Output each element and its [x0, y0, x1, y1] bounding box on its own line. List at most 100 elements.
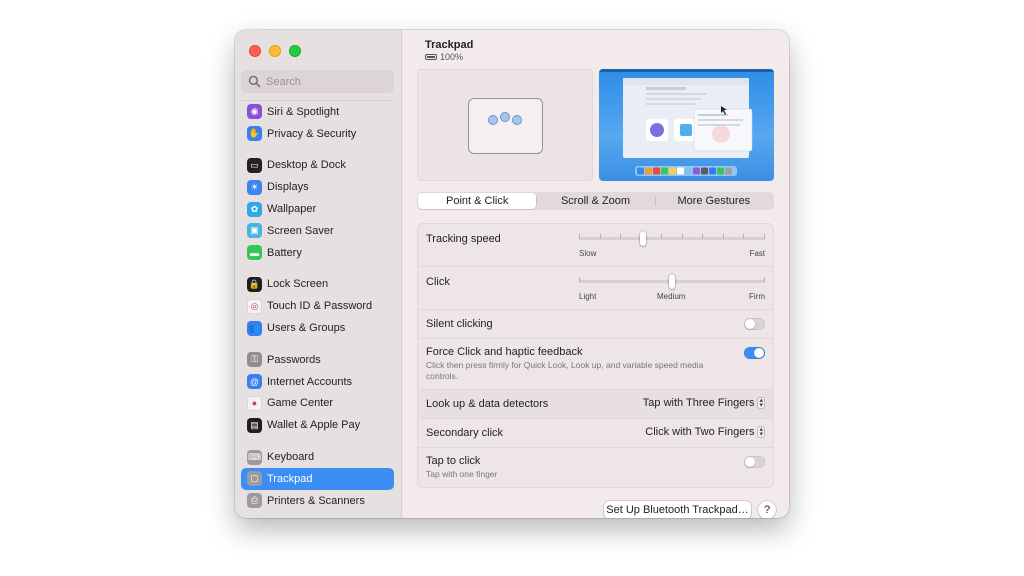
at-icon: @	[247, 374, 262, 390]
secondary-click-popup[interactable]: Click with Two Fingers ▴ ▾	[645, 426, 765, 438]
sidebar-item-label: Screen Saver	[267, 224, 334, 237]
slider-tick	[600, 234, 601, 239]
sidebar-list: ◉ Siri & Spotlight ✋ Privacy & Security ▭ Des…	[241, 100, 394, 518]
toggle-thumb	[745, 457, 755, 467]
setup-bluetooth-trackpad-button[interactable]: Set Up Bluetooth Trackpad…	[604, 501, 751, 518]
look-up-popup[interactable]: Tap with Three Fingers ▴ ▾	[643, 397, 765, 409]
sidebar-item-keyboard[interactable]: ⌨ Keyboard	[241, 446, 394, 468]
screen-preview	[599, 69, 774, 181]
sidebar-item-siri-spotlight[interactable]: ◉ Siri & Spotlight	[241, 101, 394, 123]
sun-icon: ☀	[247, 179, 262, 195]
sidebar-item-users-groups[interactable]: 👥 Users & Groups	[241, 317, 394, 339]
sidebar-item-label: Internet Accounts	[267, 375, 352, 388]
sidebar-item-lock-screen[interactable]: 🔒 Lock Screen	[241, 274, 394, 296]
sidebar-item-game-center[interactable]: ● Game Center	[241, 393, 394, 415]
slider-tick	[764, 277, 765, 282]
keyboard-icon: ⌨	[247, 449, 262, 465]
tap-to-click-toggle[interactable]	[744, 456, 765, 468]
sidebar-item-label: Siri & Spotlight	[267, 105, 340, 118]
slider-knob[interactable]	[640, 231, 646, 246]
slider-tick	[579, 234, 580, 239]
tap-to-click-row: Tap to click Tap with one finger	[418, 448, 773, 487]
secondary-click-value: Click with Two Fingers	[645, 426, 755, 438]
slider-firm-label: Firm	[749, 292, 765, 301]
tab-more-gestures[interactable]: More Gestures	[654, 193, 773, 209]
settings-panel: Tracking speed Slow Fast Click Light Med…	[417, 223, 774, 488]
screensaver-icon: ▣	[247, 223, 262, 239]
slider-track	[579, 237, 765, 240]
window-controls	[249, 45, 301, 57]
slider-medium-label: Medium	[657, 292, 686, 301]
sidebar-item-label: Keyboard	[267, 451, 315, 464]
sidebar-item-privacy-security[interactable]: ✋ Privacy & Security	[241, 123, 394, 145]
sidebar-item-displays[interactable]: ☀ Displays	[241, 176, 394, 198]
battery-level-icon	[425, 54, 437, 60]
dock-icon: ▭	[247, 157, 262, 173]
wallet-icon: ▤	[247, 417, 262, 433]
secondary-click-row: Secondary click Click with Two Fingers ▴…	[418, 419, 773, 448]
sidebar-item-passwords[interactable]: ⚿ Passwords	[241, 349, 394, 371]
search-icon	[248, 75, 261, 88]
trackpad-icon: ▢	[247, 471, 262, 487]
hand-icon: ✋	[247, 126, 262, 142]
sidebar-item-desktop-dock[interactable]: ▭ Desktop & Dock	[241, 155, 394, 177]
game-center-icon: ●	[247, 395, 262, 411]
finger-dot-icon	[500, 112, 510, 122]
tracking-speed-label: Tracking speed	[426, 233, 501, 245]
search-field[interactable]	[241, 70, 394, 93]
close-button[interactable]	[249, 45, 261, 57]
silent-clicking-toggle[interactable]	[744, 318, 765, 330]
tracking-speed-row: Tracking speed Slow Fast	[418, 224, 773, 267]
tab-bar: Point & Click Scroll & Zoom More Gesture…	[417, 192, 774, 210]
sidebar-item-wallet-apple-pay[interactable]: ▤ Wallet & Apple Pay	[241, 414, 394, 436]
sidebar-item-printers-scanners[interactable]: ⎙ Printers & Scanners	[241, 490, 394, 512]
click-pressure-slider[interactable]	[579, 274, 765, 289]
help-button[interactable]: ?	[758, 501, 776, 518]
secondary-click-label: Secondary click	[426, 427, 504, 439]
battery-percent: 100%	[440, 52, 464, 62]
search-input[interactable]	[266, 75, 391, 88]
chevron-updown-icon: ▴ ▾	[757, 426, 765, 438]
sidebar-item-internet-accounts[interactable]: @ Internet Accounts	[241, 371, 394, 393]
slider-tick	[579, 277, 580, 282]
slider-tick	[702, 234, 703, 239]
fingerprint-icon: ◎	[247, 298, 262, 314]
sidebar-item-touch-id-password[interactable]: ◎ Touch ID & Password	[241, 295, 394, 317]
sidebar-item-label: Trackpad	[267, 472, 313, 485]
tracking-speed-slider[interactable]	[579, 231, 765, 246]
main-pane: Trackpad 100% Point & Click Scroll & Zoo…	[403, 30, 789, 518]
battery-icon: ▬	[247, 245, 262, 261]
finger-dot-icon	[488, 115, 498, 125]
click-row: Click Light Medium Firm	[418, 267, 773, 310]
slider-knob[interactable]	[669, 274, 675, 289]
slider-light-label: Light	[579, 292, 597, 301]
settings-window: ◉ Siri & Spotlight ✋ Privacy & Security ▭ Des…	[235, 30, 789, 518]
slider-tick	[661, 234, 662, 239]
flower-icon: ✿	[247, 201, 262, 217]
look-up-row: Look up & data detectors Tap with Three …	[418, 390, 773, 419]
toggle-thumb	[754, 348, 764, 358]
sidebar-item-label: Lock Screen	[267, 278, 329, 291]
sidebar-item-label: Wallet & Apple Pay	[267, 419, 361, 432]
sidebar-item-label: Touch ID & Password	[267, 300, 373, 313]
printer-icon: ⎙	[247, 493, 262, 509]
sidebar: ◉ Siri & Spotlight ✋ Privacy & Security ▭ Des…	[235, 30, 402, 518]
tab-scroll-zoom[interactable]: Scroll & Zoom	[536, 193, 654, 209]
zoom-button[interactable]	[289, 45, 301, 57]
sidebar-item-label: Users & Groups	[267, 322, 346, 335]
sidebar-item-label: Passwords	[267, 353, 321, 366]
minimize-button[interactable]	[269, 45, 281, 57]
sidebar-item-battery[interactable]: ▬ Battery	[241, 242, 394, 264]
toggle-thumb	[745, 319, 755, 329]
force-click-row: Force Click and haptic feedback Click th…	[418, 339, 773, 390]
tab-point-click[interactable]: Point & Click	[418, 193, 537, 209]
sidebar-item-trackpad[interactable]: ▢ Trackpad	[241, 467, 394, 490]
sidebar-item-label: Privacy & Security	[267, 127, 357, 140]
battery-status: 100%	[425, 52, 463, 62]
slider-max-label: Fast	[749, 249, 765, 258]
trackpad-illustration	[468, 98, 543, 154]
sidebar-item-wallpaper[interactable]: ✿ Wallpaper	[241, 198, 394, 220]
sidebar-item-screen-saver[interactable]: ▣ Screen Saver	[241, 220, 394, 242]
force-click-toggle[interactable]	[744, 347, 765, 359]
